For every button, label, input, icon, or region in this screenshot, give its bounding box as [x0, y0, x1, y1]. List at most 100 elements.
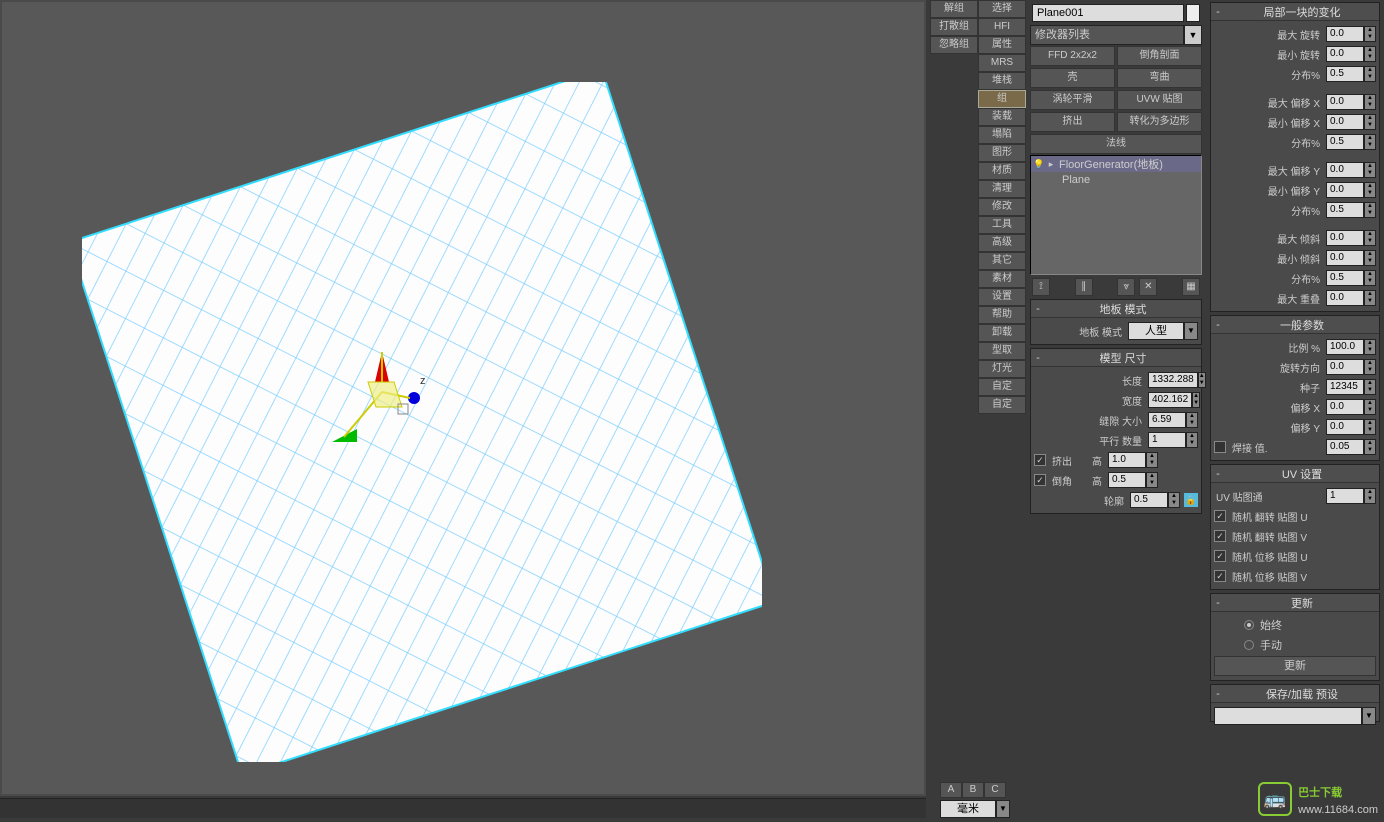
- spinner[interactable]: 0.0▲▼: [1326, 94, 1376, 110]
- preset-select[interactable]: ▼: [1214, 707, 1376, 725]
- update-manual-radio[interactable]: [1244, 640, 1254, 650]
- palette-button[interactable]: 材质: [978, 162, 1026, 180]
- modifier-quick-button[interactable]: FFD 2x2x2: [1030, 46, 1115, 66]
- modstack-item[interactable]: Plane: [1031, 172, 1201, 188]
- chamfer-checkbox[interactable]: [1034, 474, 1046, 486]
- spinner[interactable]: 6.59▲▼: [1148, 412, 1198, 428]
- spinner[interactable]: 1.0▲▼: [1108, 452, 1158, 468]
- rollout-header[interactable]: -模型 尺寸: [1031, 349, 1201, 367]
- update-button[interactable]: 更新: [1214, 656, 1376, 676]
- palette-button[interactable]: 帮助: [978, 306, 1026, 324]
- spin-up-icon[interactable]: ▲: [1365, 135, 1375, 142]
- spin-down-icon[interactable]: ▼: [1365, 210, 1375, 217]
- timeline[interactable]: [0, 798, 926, 818]
- spin-down-icon[interactable]: ▼: [1365, 278, 1375, 285]
- spin-up-icon[interactable]: ▲: [1365, 291, 1375, 298]
- object-name-input[interactable]: [1032, 4, 1184, 22]
- spinner[interactable]: 0.5▲▼: [1130, 492, 1180, 508]
- spin-down-icon[interactable]: ▼: [1365, 258, 1375, 265]
- spin-up-icon[interactable]: ▲: [1365, 47, 1375, 54]
- palette-button[interactable]: HFI: [978, 18, 1026, 36]
- modifier-quick-button[interactable]: UVW 贴图: [1117, 90, 1202, 110]
- spin-down-icon[interactable]: ▼: [1365, 387, 1375, 394]
- abc-tab[interactable]: B: [962, 782, 984, 798]
- lock-icon[interactable]: 🔒: [1184, 493, 1198, 507]
- spinner[interactable]: 0.0▲▼: [1326, 26, 1376, 42]
- palette-button[interactable]: 自定: [978, 396, 1026, 414]
- units-select[interactable]: 毫米▼: [940, 800, 1010, 818]
- modifier-quick-button[interactable]: 挤出: [1030, 112, 1115, 132]
- lightbulb-icon[interactable]: 💡: [1033, 159, 1043, 169]
- palette-button[interactable]: 型取: [978, 342, 1026, 360]
- spin-up-icon[interactable]: ▲: [1365, 95, 1375, 102]
- palette-button[interactable]: 选择: [978, 0, 1026, 18]
- modifier-quick-button[interactable]: 涡轮平滑: [1030, 90, 1115, 110]
- configure-icon[interactable]: ▦: [1182, 278, 1200, 296]
- spin-down-icon[interactable]: ▼: [1365, 170, 1375, 177]
- floor-mode-select[interactable]: 人型▼: [1128, 322, 1198, 340]
- spin-up-icon[interactable]: ▲: [1365, 489, 1375, 496]
- rollout-header[interactable]: -UV 设置: [1211, 465, 1379, 483]
- rollout-header[interactable]: -局部一块的变化: [1211, 3, 1379, 21]
- object-color-swatch[interactable]: [1186, 4, 1200, 22]
- uv-c4-checkbox[interactable]: [1214, 570, 1226, 582]
- spin-up-icon[interactable]: ▲: [1187, 413, 1197, 420]
- spin-up-icon[interactable]: ▲: [1365, 203, 1375, 210]
- spinner[interactable]: 0.0▲▼: [1326, 46, 1376, 62]
- spin-up-icon[interactable]: ▲: [1169, 493, 1179, 500]
- spinner[interactable]: 0.5▲▼: [1108, 472, 1158, 488]
- spin-down-icon[interactable]: ▼: [1147, 480, 1157, 487]
- spin-up-icon[interactable]: ▲: [1365, 400, 1375, 407]
- spin-up-icon[interactable]: ▲: [1365, 163, 1375, 170]
- spinner[interactable]: 1▲▼: [1326, 488, 1376, 504]
- spinner[interactable]: 1▲▼: [1148, 432, 1198, 448]
- spin-up-icon[interactable]: ▲: [1365, 67, 1375, 74]
- uv-c1-checkbox[interactable]: [1214, 510, 1226, 522]
- spin-up-icon[interactable]: ▲: [1365, 183, 1375, 190]
- abc-tab[interactable]: C: [984, 782, 1006, 798]
- spinner[interactable]: 100.0▲▼: [1326, 339, 1376, 355]
- palette-button[interactable]: MRS: [978, 54, 1026, 72]
- plane-object[interactable]: z: [82, 82, 762, 762]
- update-always-radio[interactable]: [1244, 620, 1254, 630]
- spin-down-icon[interactable]: ▼: [1187, 440, 1197, 447]
- spin-down-icon[interactable]: ▼: [1365, 367, 1375, 374]
- spin-up-icon[interactable]: ▲: [1147, 473, 1157, 480]
- palette-button[interactable]: 组: [978, 90, 1026, 108]
- palette-button[interactable]: 装载: [978, 108, 1026, 126]
- chevron-down-icon[interactable]: ▼: [1184, 25, 1202, 45]
- rollout-header[interactable]: -保存/加载 预设: [1211, 685, 1379, 703]
- palette-button[interactable]: 塌陷: [978, 126, 1026, 144]
- palette-button[interactable]: 解组: [930, 0, 978, 18]
- palette-button[interactable]: 图形: [978, 144, 1026, 162]
- spin-up-icon[interactable]: ▲: [1365, 380, 1375, 387]
- spin-up-icon[interactable]: ▲: [1187, 433, 1197, 440]
- modifier-quick-button[interactable]: 弯曲: [1117, 68, 1202, 88]
- spin-down-icon[interactable]: ▼: [1365, 427, 1375, 434]
- spin-down-icon[interactable]: ▼: [1365, 122, 1375, 129]
- abc-tab[interactable]: A: [940, 782, 962, 798]
- spin-up-icon[interactable]: ▲: [1147, 453, 1157, 460]
- spin-down-icon[interactable]: ▼: [1365, 447, 1375, 454]
- palette-button[interactable]: 堆栈: [978, 72, 1026, 90]
- palette-button[interactable]: 工具: [978, 216, 1026, 234]
- spin-up-icon[interactable]: ▲: [1365, 115, 1375, 122]
- spin-down-icon[interactable]: ▼: [1365, 347, 1375, 354]
- spinner[interactable]: 0.05▲▼: [1326, 439, 1376, 455]
- modstack-item[interactable]: 💡▸FloorGenerator(地板): [1031, 156, 1201, 172]
- spin-up-icon[interactable]: ▲: [1365, 27, 1375, 34]
- spinner[interactable]: 0.0▲▼: [1326, 250, 1376, 266]
- spinner[interactable]: 0.0▲▼: [1326, 162, 1376, 178]
- uv-c3-checkbox[interactable]: [1214, 550, 1226, 562]
- show-end-icon[interactable]: ∥: [1075, 278, 1093, 296]
- palette-button[interactable]: 灯光: [978, 360, 1026, 378]
- spinner[interactable]: 0.0▲▼: [1326, 399, 1376, 415]
- spin-down-icon[interactable]: ▼: [1365, 142, 1375, 149]
- rollout-header[interactable]: -一般参数: [1211, 316, 1379, 334]
- rollout-header[interactable]: -地板 模式: [1031, 300, 1201, 318]
- palette-button[interactable]: 属性: [978, 36, 1026, 54]
- palette-button[interactable]: 清理: [978, 180, 1026, 198]
- palette-button[interactable]: 高级: [978, 234, 1026, 252]
- viewport[interactable]: z: [0, 0, 926, 796]
- spin-down-icon[interactable]: ▼: [1365, 54, 1375, 61]
